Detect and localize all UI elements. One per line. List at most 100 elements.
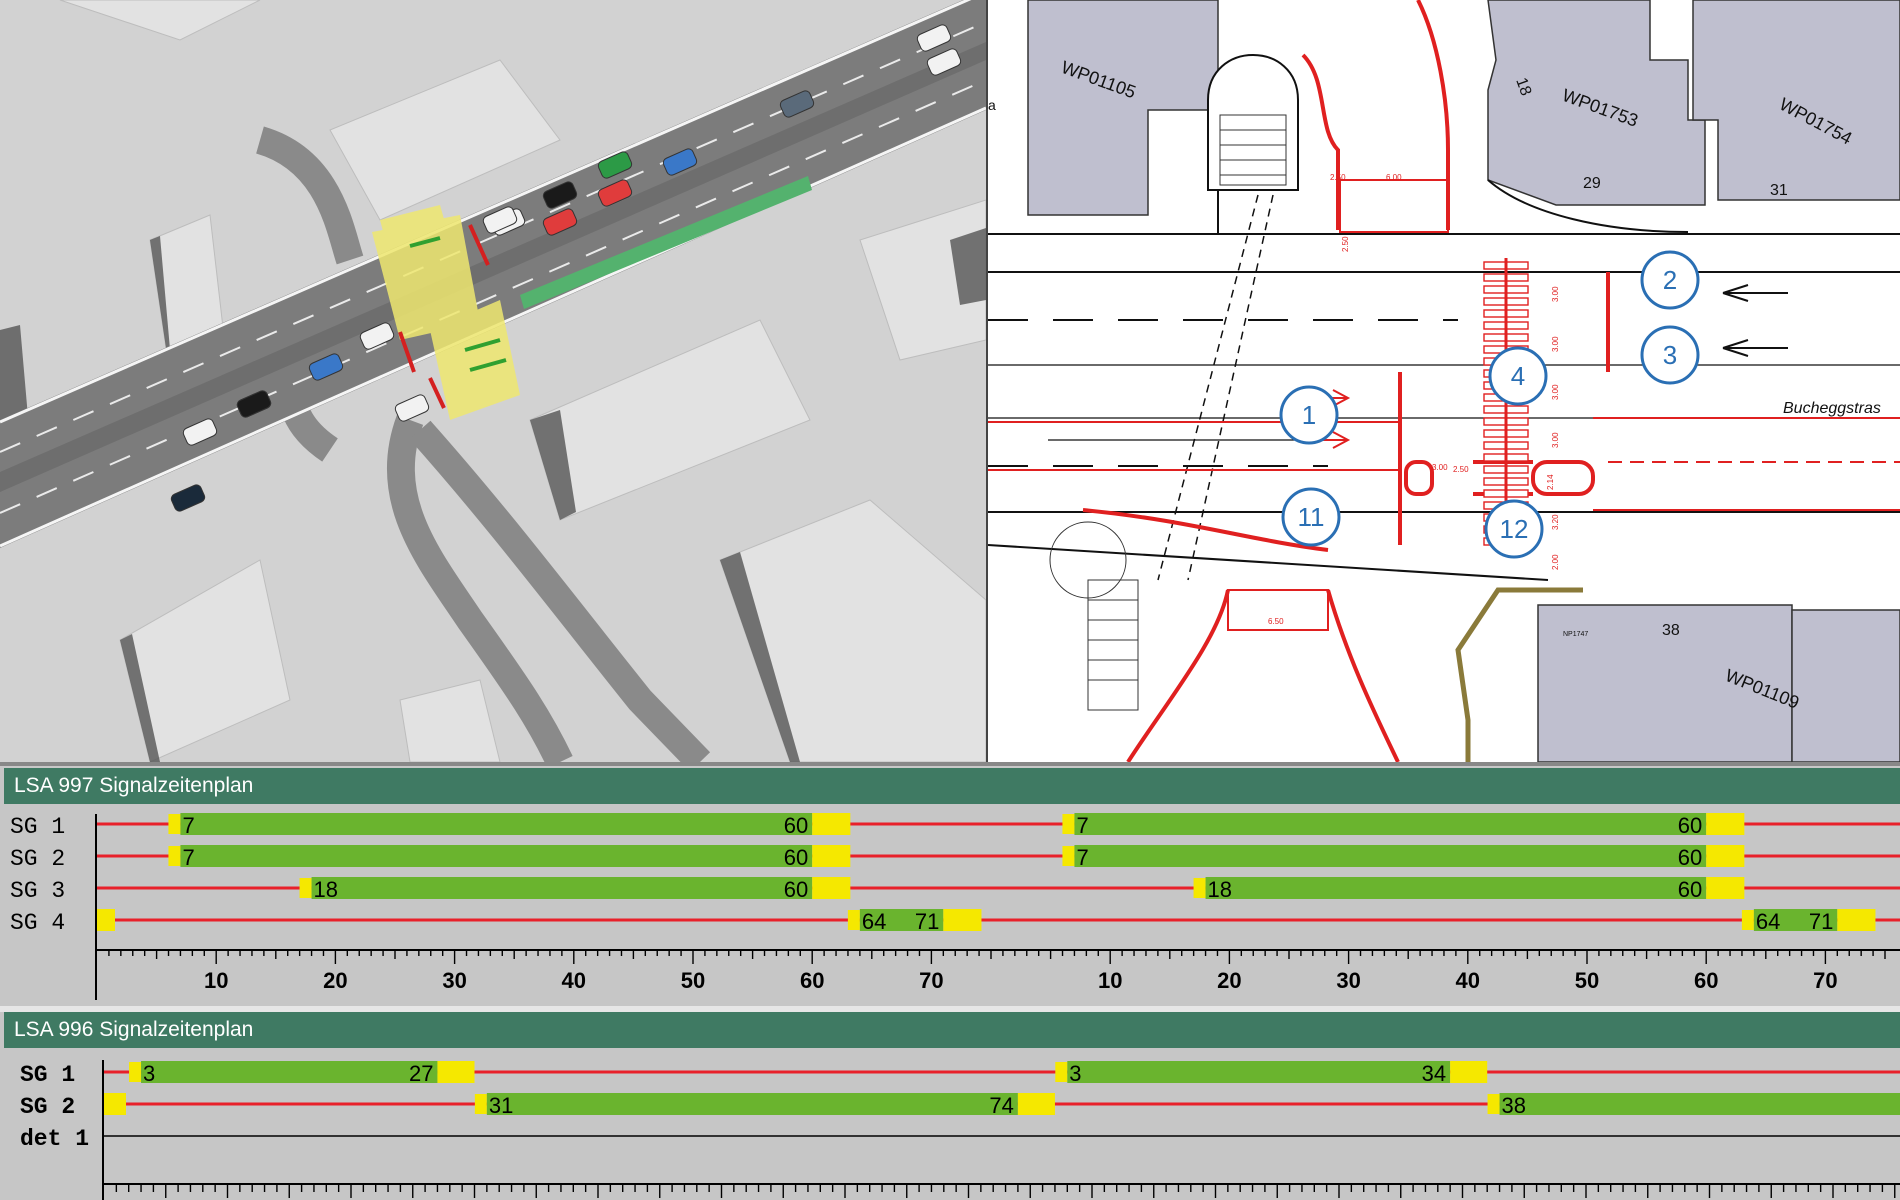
green-phase-bar[interactable]: [1074, 845, 1707, 867]
yellow-phase-bar: [437, 1061, 475, 1083]
axis-tick-label: 70: [919, 968, 943, 993]
house-number-29: 29: [1583, 175, 1601, 192]
signal-timing-chart: SG 1327334SG 231743874det 1: [20, 1060, 1900, 1200]
dimension-label: 2.00: [1551, 554, 1560, 570]
dimension-label: 2.14: [1546, 474, 1555, 490]
plan-edge-label: a: [988, 97, 996, 113]
green-phase-bar[interactable]: [141, 1061, 438, 1083]
intersection-plan-view[interactable]: WP01105 WP01753 WP01754 WP01109 18 29 31…: [988, 0, 1900, 762]
axis-tick-label: 50: [681, 968, 705, 993]
simulation-canvas: [0, 0, 986, 762]
vehicle: [170, 484, 206, 512]
signal-group-label: SG 3: [10, 878, 65, 904]
phase-start-label: 7: [1076, 845, 1088, 870]
svg-text:12: 12: [1500, 514, 1529, 544]
phase-start-label: 18: [314, 877, 338, 902]
red-yellow-marker: [299, 878, 312, 898]
street-name-label: Bucheggstras: [1783, 400, 1881, 417]
dimension-label: 6.00: [1386, 173, 1402, 182]
green-phase-bar[interactable]: [486, 1093, 1018, 1115]
phase-start-label: 64: [1756, 909, 1780, 934]
signal-group-label: det 1: [20, 1126, 89, 1152]
vehicle: [394, 394, 430, 422]
phase-end-label: 60: [784, 813, 808, 838]
svg-text:3: 3: [1663, 340, 1677, 370]
red-yellow-marker: [1055, 1062, 1068, 1082]
signal-group-label: SG 2: [20, 1094, 75, 1120]
plan-canvas: WP01105 WP01753 WP01754 WP01109 18 29 31…: [988, 0, 1900, 762]
phase-end-label: 60: [1678, 877, 1702, 902]
phase-end-label: 71: [1809, 909, 1833, 934]
yellow-phase-bar: [812, 845, 851, 867]
signal-group-label: SG 2: [10, 846, 65, 872]
axis-tick-label: 30: [442, 968, 466, 993]
green-phase-bar[interactable]: [311, 877, 813, 899]
yellow-phase-bar: [812, 877, 851, 899]
simulation-3d-view[interactable]: [0, 0, 986, 762]
phase-start-label: 64: [862, 909, 886, 934]
red-yellow-marker: [847, 910, 860, 930]
svg-text:4: 4: [1511, 361, 1525, 391]
lsa-996-timing-plan[interactable]: LSA 996 Signalzeitenplan SG 1 3 27 3 34 SG 23…: [0, 1012, 1900, 1200]
phase-end-label: 74: [989, 1093, 1013, 1118]
yellow-phase-bar: [104, 1093, 126, 1115]
red-yellow-marker: [1487, 1094, 1500, 1114]
dimension-label: 2.50: [1330, 173, 1346, 182]
dimension-label: 3.00: [1551, 286, 1560, 302]
dimension-label: 3.20: [1551, 514, 1560, 530]
signal-group-marker-12[interactable]: 12: [1484, 499, 1544, 559]
phase-start-label: 7: [1076, 813, 1088, 838]
yellow-phase-bar: [1706, 845, 1745, 867]
phase-end-label: 60: [1678, 845, 1702, 870]
yellow-phase-bar: [1706, 877, 1745, 899]
green-phase-bar[interactable]: [180, 845, 813, 867]
signal-group-label: SG 1: [10, 814, 65, 840]
svg-text:1: 1: [1302, 400, 1316, 430]
red-yellow-marker: [168, 814, 181, 834]
signal-timing-chart: SG 1 7 60 7 60 SG 2 7 60 7 60 SG 3 18 60 18 60 SG 4 64 71…: [10, 813, 1900, 1000]
yellow-phase-bar: [97, 909, 115, 931]
phase-start-label: 3: [1069, 1061, 1081, 1086]
axis-tick-label: 10: [1098, 968, 1122, 993]
green-phase-bar[interactable]: [1499, 1093, 1900, 1115]
signal-group-marker-2[interactable]: 2: [1640, 250, 1700, 310]
axis-tick-label: 10: [204, 968, 228, 993]
dimension-label: 3.00: [1551, 384, 1560, 400]
signal-group-label: SG 4: [10, 910, 65, 936]
signal-group-marker-3[interactable]: 3: [1640, 325, 1700, 385]
signal-group-marker-1[interactable]: 1: [1279, 385, 1339, 445]
green-phase-bar[interactable]: [180, 813, 813, 835]
phase-start-label: 7: [182, 845, 194, 870]
red-yellow-marker: [129, 1062, 142, 1082]
phase-end-label: 34: [1422, 1061, 1446, 1086]
dimension-label: 2.50: [1341, 236, 1350, 252]
signal-group-marker-4[interactable]: 4: [1488, 346, 1548, 406]
green-phase-bar[interactable]: [1067, 1061, 1451, 1083]
phase-start-label: 38: [1502, 1093, 1526, 1118]
yellow-phase-bar: [943, 909, 982, 931]
view-panel-divider: [0, 762, 1900, 766]
svg-text:2: 2: [1663, 265, 1677, 295]
house-number-31: 31: [1770, 182, 1788, 199]
phase-start-label: 3: [143, 1061, 155, 1086]
green-phase-bar[interactable]: [1074, 813, 1707, 835]
yellow-phase-bar: [812, 813, 851, 835]
axis-tick-label: 40: [562, 968, 586, 993]
red-yellow-marker: [1741, 910, 1754, 930]
axis-tick-label: 30: [1336, 968, 1360, 993]
dimension-label: 3.00: [1432, 463, 1448, 472]
phase-start-label: 7: [182, 813, 194, 838]
dimension-label: 3.00: [1551, 432, 1560, 448]
phase-end-label: 60: [784, 845, 808, 870]
signal-group-marker-11[interactable]: 11: [1281, 487, 1341, 547]
yellow-phase-bar: [1706, 813, 1745, 835]
phase-end-label: 60: [784, 877, 808, 902]
green-phase-bar[interactable]: [1205, 877, 1707, 899]
lsa-997-timing-plan[interactable]: LSA 997 Signalzeitenplan SG 1 7 60 7 60 SG 27…: [0, 768, 1900, 1006]
parcel-number-label: NP1747: [1563, 631, 1588, 638]
phase-end-label: 71: [915, 909, 939, 934]
axis-tick-label: 70: [1813, 968, 1837, 993]
axis-tick-label: 50: [1575, 968, 1599, 993]
svg-text:11: 11: [1298, 502, 1325, 532]
axis-tick-label: 40: [1456, 968, 1480, 993]
